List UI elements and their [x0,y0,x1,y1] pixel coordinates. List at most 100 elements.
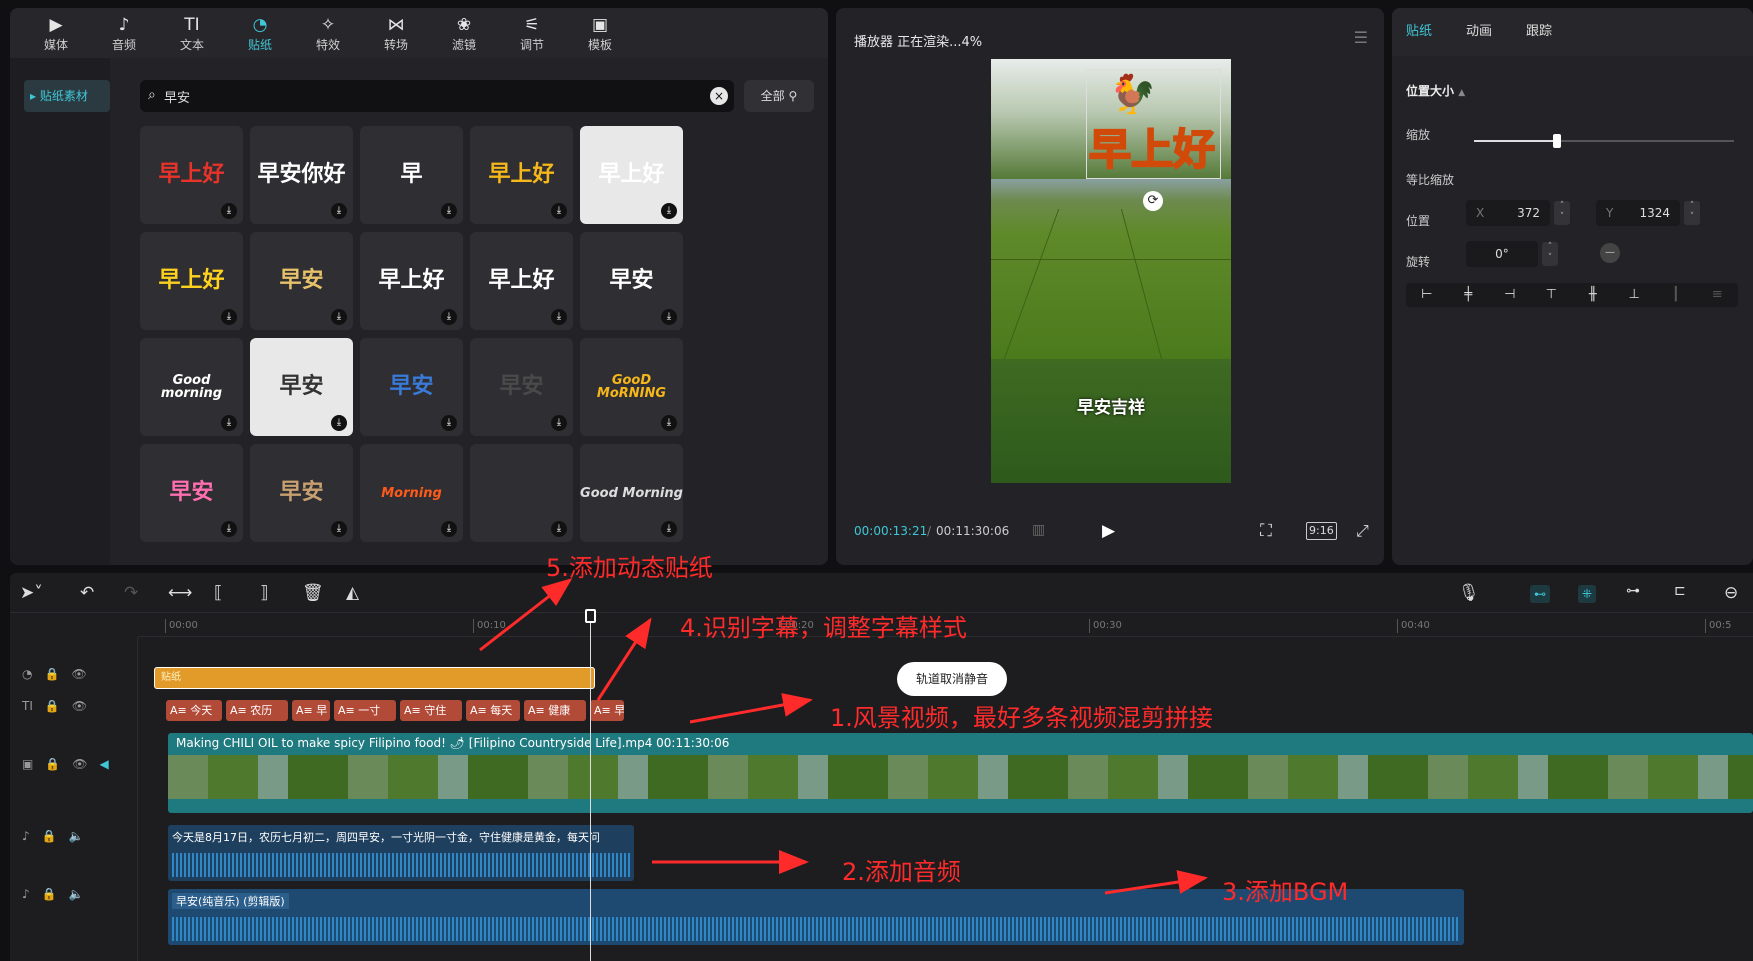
video-preview[interactable]: 🐓 早上好 ⟳ 早安吉祥 [991,59,1231,483]
link-icon[interactable]: ⊶ [1626,583,1640,599]
align-center-v-icon[interactable]: ╫ [1572,283,1614,307]
tab-media[interactable]: ▶ 媒体 [22,8,90,58]
tab-adjust[interactable]: ⚟ 调节 [498,8,566,58]
eye-icon[interactable]: 👁 [72,699,87,713]
sticker-tile[interactable]: 早安 ⤓ [250,338,353,436]
grid-icon[interactable]: ▥ [1032,522,1045,538]
audio-on-icon[interactable]: ◀ [100,757,109,771]
download-icon[interactable]: ⤓ [551,309,567,325]
microphone-icon[interactable]: 🎙 [1458,583,1480,603]
ratio-button[interactable]: 9:16 [1306,522,1337,540]
lock-icon[interactable]: 🔒 [44,667,59,681]
tab-template[interactable]: ▣ 模板 [566,8,634,58]
sticker-tile[interactable]: 早安 ⤓ [580,232,683,330]
align-center-h-icon[interactable]: ╪ [1448,283,1490,307]
sticker-tile[interactable]: 早上好 ⤓ [470,126,573,224]
sticker-tile[interactable]: 早上好 ⤓ [140,126,243,224]
lock-icon[interactable]: 🔒 [45,699,60,713]
text-clip[interactable]: A≡ 农历 [226,700,288,721]
align-left-icon[interactable]: ⊢ [1406,283,1448,307]
download-icon[interactable]: ⤓ [331,309,347,325]
rotate-dial-icon[interactable]: — [1600,243,1620,263]
align-right-icon[interactable]: ⊣ [1489,283,1531,307]
tab-sticker[interactable]: ◔ 贴纸 [226,8,294,58]
x-stepper[interactable]: ˄ ˅ [1554,201,1570,225]
download-icon[interactable]: ⤓ [551,415,567,431]
y-field[interactable]: Y 1324 [1596,200,1680,226]
clear-icon[interactable]: × [710,87,728,105]
playhead-handle[interactable] [585,609,596,623]
lock-icon[interactable]: 🔒 [42,829,57,843]
split-icon[interactable]: ⟷ [168,583,192,603]
download-icon[interactable]: ⤓ [441,203,457,219]
sticker-tile[interactable]: 早 ⤓ [360,126,463,224]
sticker-tile[interactable]: GooD MoRNING ⤓ [580,338,683,436]
download-icon[interactable]: ⤓ [551,203,567,219]
search-box[interactable]: ⌕ × [140,80,734,112]
sidebar-item-sticker-material[interactable]: ▸ 贴纸素材 [24,80,110,112]
sticker-tile[interactable]: 早安 ⤓ [250,444,353,542]
lock-icon[interactable]: 🔒 [42,887,57,901]
sticker-tile[interactable]: 早安 ⤓ [360,338,463,436]
fullscreen-icon[interactable]: ⤢ [1356,521,1369,541]
voice-clip[interactable]: 今天是8月17日，农历七月初二，周四早安，一寸光阴一寸金，守住健康是黄金，每天问 [168,825,634,881]
tab-transition[interactable]: ⋈ 转场 [362,8,430,58]
search-input[interactable] [164,80,704,112]
tab-text[interactable]: TI 文本 [158,8,226,58]
sticker-tile[interactable]: 早上好 ⤓ [360,232,463,330]
zoom-fit-icon[interactable]: ⛶ [1260,521,1272,541]
download-icon[interactable]: ⤓ [221,309,237,325]
select-tool-icon[interactable]: ➤˅ [20,583,43,603]
download-icon[interactable]: ⤓ [441,521,457,537]
zoom-out-icon[interactable]: ⊖ [1724,583,1738,603]
sticker-tile[interactable]: 早安 ⤓ [470,338,573,436]
text-clip[interactable]: A≡ 今天 [166,700,222,721]
lock-icon[interactable]: 🔒 [45,757,60,771]
video-clip[interactable]: Making CHILI OIL to make spicy Filipino … [168,733,1753,813]
sticker-tile[interactable]: 早安你好 ⤓ [250,126,353,224]
sticker-tile[interactable]: 早上好 ⤓ [470,232,573,330]
sticker-tile[interactable]: 早上好 ⤓ [580,126,683,224]
download-icon[interactable]: ⤓ [661,521,677,537]
redo-icon[interactable]: ↷ [124,583,138,603]
speaker-icon[interactable]: 🔈 [69,887,84,901]
speaker-icon[interactable]: 🔈 [69,829,84,843]
eye-icon[interactable]: 👁 [71,667,86,681]
download-icon[interactable]: ⤓ [441,309,457,325]
tab-filter[interactable]: ❀ 滤镜 [430,8,498,58]
sticker-tile[interactable]: Good Morning ⤓ [580,444,683,542]
main-track-magnet-icon[interactable]: ⊷ [1530,585,1550,603]
download-icon[interactable]: ⤓ [221,415,237,431]
tab-animation[interactable]: 动画 [1466,8,1492,56]
download-icon[interactable]: ⤓ [441,415,457,431]
play-icon[interactable]: ▶ [1102,521,1115,541]
text-clip[interactable]: A≡ 健康 [524,700,586,721]
sticker-tile[interactable]: Good morning ⤓ [140,338,243,436]
y-stepper[interactable]: ˄ ˅ [1684,201,1700,225]
filter-button[interactable]: 全部 ⚲ [744,80,814,112]
rotate-field[interactable]: 0° [1466,241,1538,267]
tab-effects[interactable]: ✧ 特效 [294,8,362,58]
undo-icon[interactable]: ↶ [80,583,94,603]
download-icon[interactable]: ⤓ [661,203,677,219]
scale-slider[interactable] [1474,134,1734,148]
sticker-overlay[interactable]: 🐓 早上好 [1086,69,1221,179]
download-icon[interactable]: ⤓ [221,203,237,219]
rotate-handle-icon[interactable]: ⟳ [1143,191,1163,211]
x-field[interactable]: X 372 [1466,200,1550,226]
align-bottom-icon[interactable]: ⊥ [1614,283,1656,307]
align-top-icon[interactable]: ⊤ [1531,283,1573,307]
delete-icon[interactable]: 🗑 [302,583,324,603]
text-clip[interactable]: A≡ 每天 [466,700,520,721]
mirror-icon[interactable]: ◭ [346,583,359,603]
distribute-h-icon[interactable]: ┃ [1655,283,1697,307]
download-icon[interactable]: ⤓ [551,521,567,537]
preview-axis-icon[interactable]: ⊏ [1674,583,1686,599]
eye-icon[interactable]: 👁 [72,757,87,771]
download-icon[interactable]: ⤓ [661,309,677,325]
playhead[interactable] [590,613,591,961]
sticker-tile[interactable]: 早上好 ⤓ [140,232,243,330]
slider-knob[interactable] [1553,134,1562,148]
sticker-clip[interactable]: 贴纸 [154,667,595,689]
section-position-size[interactable]: 位置大小 ▲ [1406,82,1465,99]
